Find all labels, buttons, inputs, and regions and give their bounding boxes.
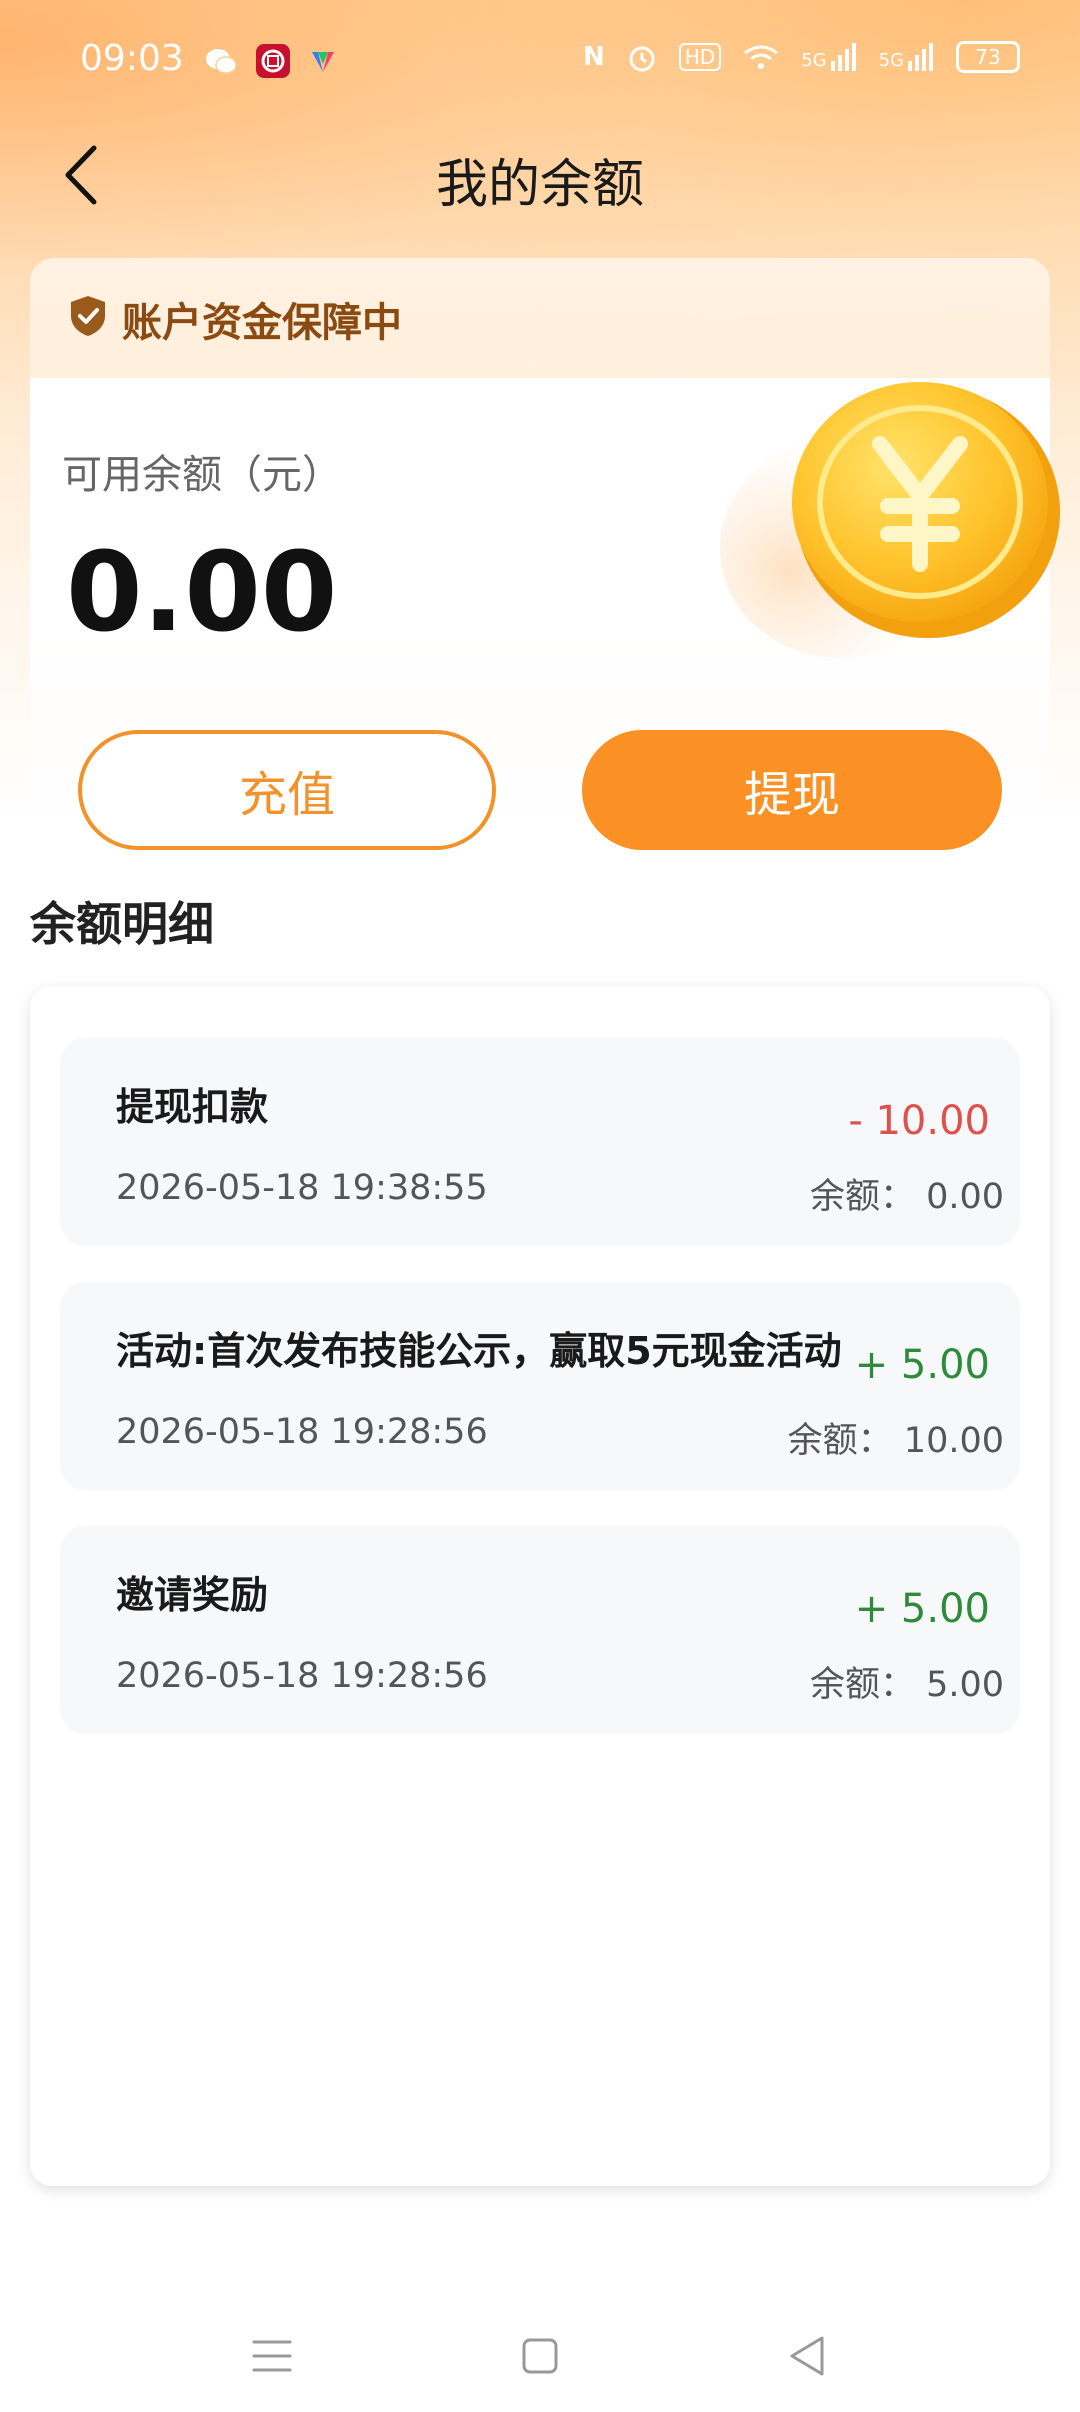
app-icon — [256, 44, 290, 78]
transaction-amount: + 5.00 — [854, 1342, 990, 1388]
top-nav: 我的余额 — [0, 120, 1080, 230]
wechat-icon — [206, 49, 237, 74]
transaction-item[interactable]: 活动:首次发布技能公示，赢取5元现金活动 2026-05-18 19:28:56… — [60, 1282, 1020, 1490]
signal-5g-icon: 5G — [879, 43, 936, 71]
recharge-button[interactable]: 充值 — [78, 730, 496, 850]
transaction-balance: 余额： 10.00 — [787, 1421, 1004, 1461]
transaction-datetime: 2026-05-18 19:38:55 — [116, 1168, 488, 1208]
page-title: 我的余额 — [435, 155, 644, 215]
guarantee-text: 账户资金保障中 — [122, 300, 402, 346]
transaction-title: 邀请奖励 — [116, 1573, 269, 1617]
transaction-datetime: 2026-05-18 19:28:56 — [116, 1656, 488, 1696]
alarm-icon — [629, 46, 655, 72]
wifi-icon — [744, 45, 779, 69]
battery-indicator: 73 — [956, 41, 1020, 73]
transaction-amount: + 5.00 — [854, 1586, 990, 1632]
transaction-list: 提现扣款 2026-05-18 19:38:55 - 10.00 余额： 0.0… — [30, 986, 1050, 2186]
transaction-amount: - 10.00 — [848, 1098, 990, 1144]
transaction-item[interactable]: 邀请奖励 2026-05-18 19:28:56 + 5.00 余额： 5.00 — [60, 1526, 1020, 1734]
balance-details-title: 余额明细 — [30, 897, 214, 951]
system-nav-bar — [0, 2300, 1080, 2412]
yuan-coin-icon — [720, 382, 1060, 658]
fund-guarantee-banner: 账户资金保障中 — [30, 258, 1050, 378]
transaction-title: 提现扣款 — [116, 1085, 269, 1129]
available-balance-amount: 0.00 — [66, 528, 338, 656]
transaction-balance: 余额： 5.00 — [809, 1665, 1004, 1705]
home-square-icon[interactable] — [510, 2326, 570, 2386]
signal-5g-icon: 5G — [801, 43, 858, 71]
colorful-app-icon — [312, 52, 334, 72]
hd-icon: HD — [678, 43, 722, 71]
nfc-icon: N — [582, 42, 605, 72]
transaction-balance: 余额： 0.00 — [809, 1177, 1004, 1217]
shield-check-icon — [71, 296, 105, 336]
available-balance-label: 可用余额（元） — [62, 452, 342, 498]
status-time: 09:03 — [80, 38, 184, 79]
status-bar: 09:03 N HD 5G 5G 73 — [0, 0, 1080, 120]
withdraw-button[interactable]: 提现 — [582, 730, 1002, 850]
transaction-item[interactable]: 提现扣款 2026-05-18 19:38:55 - 10.00 余额： 0.0… — [60, 1038, 1020, 1246]
menu-icon[interactable] — [242, 2326, 302, 2386]
transaction-datetime: 2026-05-18 19:28:56 — [116, 1412, 488, 1452]
back-triangle-icon[interactable] — [778, 2326, 838, 2386]
transaction-title: 活动:首次发布技能公示，赢取5元现金活动 — [116, 1329, 842, 1373]
status-icons: N HD 5G 5G 73 — [583, 40, 1020, 74]
